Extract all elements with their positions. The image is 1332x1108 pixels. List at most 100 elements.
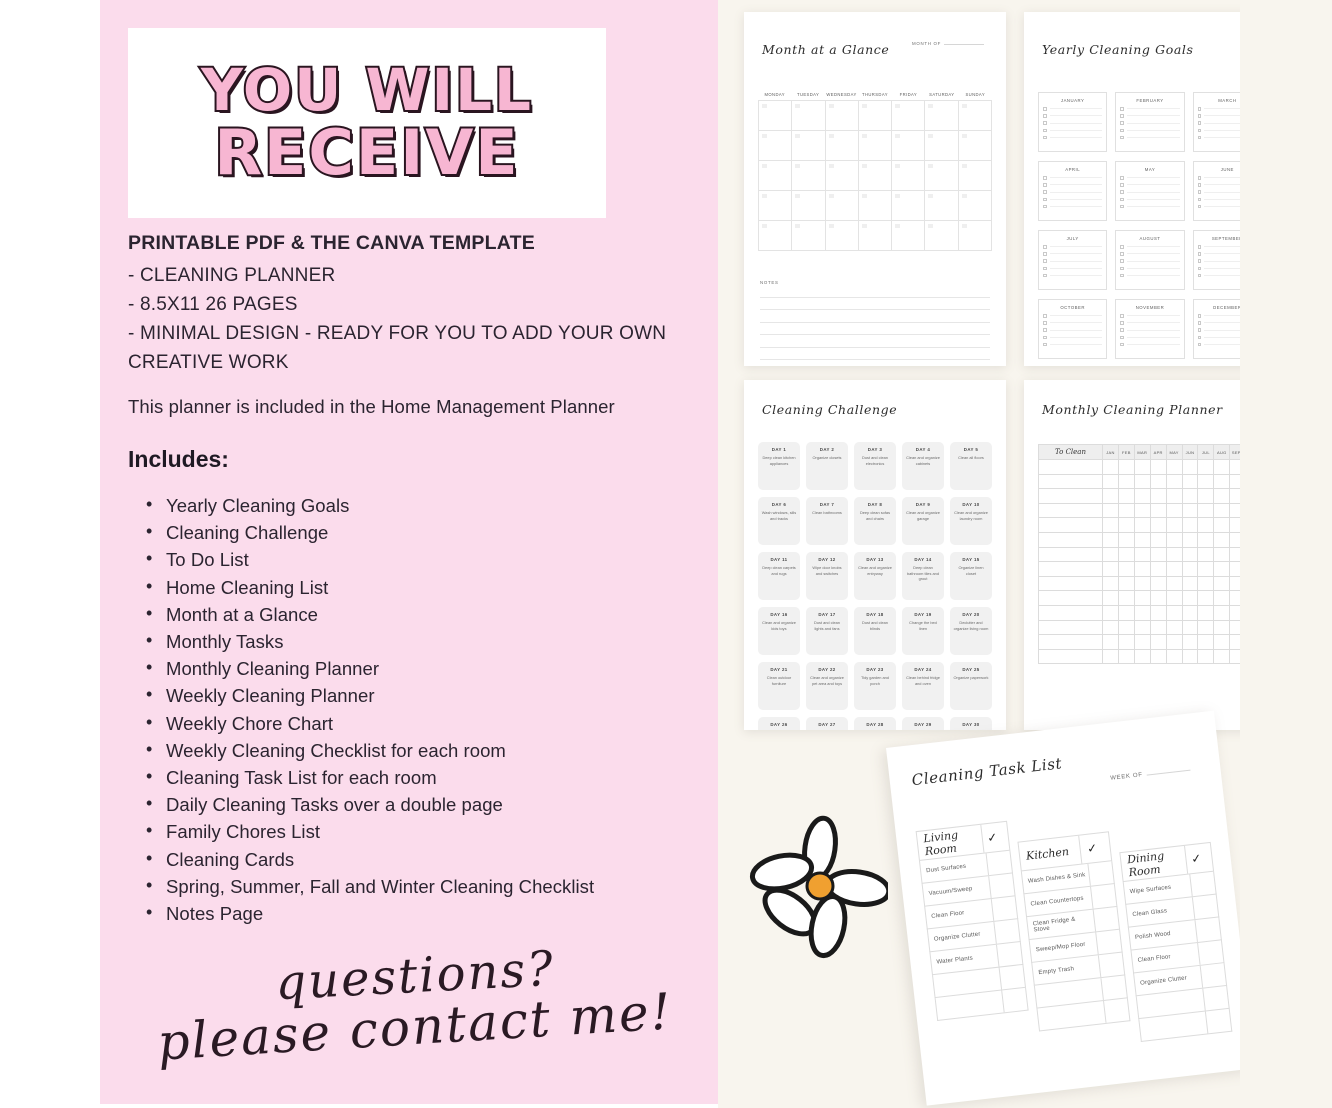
goal-checkbox-row[interactable] <box>1197 114 1240 118</box>
month-check-cell[interactable] <box>1198 620 1215 636</box>
month-check-cell[interactable] <box>1166 649 1183 665</box>
task-checkbox-cell[interactable] <box>995 942 1023 967</box>
month-check-cell[interactable] <box>1182 547 1199 563</box>
month-check-cell[interactable] <box>1134 620 1151 636</box>
month-check-cell[interactable] <box>1182 503 1199 519</box>
checkbox-icon[interactable] <box>1197 176 1202 180</box>
checkbox-icon[interactable] <box>1197 128 1202 133</box>
month-check-cell[interactable] <box>1150 649 1167 665</box>
checkbox-icon[interactable] <box>1197 252 1202 256</box>
month-check-cell[interactable] <box>1103 518 1119 533</box>
month-check-cell[interactable] <box>1230 621 1240 636</box>
goal-checkbox-row[interactable] <box>1043 107 1103 111</box>
checkbox-icon[interactable] <box>1120 135 1124 140</box>
goal-checkbox-row[interactable] <box>1197 335 1240 340</box>
task-checkbox-cell[interactable] <box>1191 894 1219 920</box>
checkbox-icon[interactable] <box>1120 259 1124 263</box>
month-check-cell[interactable] <box>1118 605 1135 621</box>
month-check-cell[interactable] <box>1150 605 1167 621</box>
month-check-cell[interactable] <box>1214 532 1231 548</box>
goal-checkbox-row[interactable] <box>1197 183 1240 187</box>
month-check-cell[interactable] <box>1150 547 1167 563</box>
checkbox-icon[interactable] <box>1197 114 1202 118</box>
month-check-cell[interactable] <box>1230 460 1240 475</box>
goal-checkbox-row[interactable] <box>1120 259 1180 263</box>
task-cell[interactable] <box>1039 620 1103 636</box>
month-check-cell[interactable] <box>1214 489 1231 504</box>
month-check-cell[interactable] <box>1118 503 1135 519</box>
month-check-cell[interactable] <box>1182 532 1199 548</box>
month-check-cell[interactable] <box>1198 562 1215 577</box>
checkbox-icon[interactable] <box>1120 183 1124 187</box>
goal-checkbox-row[interactable] <box>1197 321 1240 325</box>
goal-checkbox-row[interactable] <box>1197 190 1240 194</box>
month-check-cell[interactable] <box>1150 635 1167 650</box>
goal-checkbox-row[interactable] <box>1120 190 1180 194</box>
checkbox-icon[interactable] <box>1120 204 1124 209</box>
month-check-cell[interactable] <box>1214 460 1231 475</box>
goal-checkbox-row[interactable] <box>1043 266 1103 271</box>
checkbox-icon[interactable] <box>1043 328 1047 332</box>
month-check-cell[interactable] <box>1214 503 1231 519</box>
month-check-cell[interactable] <box>1150 562 1167 577</box>
checkbox-icon[interactable] <box>1120 252 1124 256</box>
goal-checkbox-row[interactable] <box>1120 266 1180 271</box>
goal-checkbox-row[interactable] <box>1197 128 1240 133</box>
checkbox-icon[interactable] <box>1120 121 1124 125</box>
month-check-cell[interactable] <box>1182 620 1199 636</box>
goal-checkbox-row[interactable] <box>1043 135 1103 140</box>
month-check-cell[interactable] <box>1134 503 1151 519</box>
task-cell[interactable] <box>1039 503 1103 519</box>
checkbox-icon[interactable] <box>1043 176 1047 180</box>
checkbox-icon[interactable] <box>1120 176 1124 180</box>
month-check-cell[interactable] <box>1214 605 1231 621</box>
goal-checkbox-row[interactable] <box>1197 314 1240 318</box>
task-checkbox-cell[interactable] <box>1095 929 1122 955</box>
task-checkbox-cell[interactable] <box>1189 871 1216 897</box>
month-check-cell[interactable] <box>1182 489 1199 504</box>
month-check-cell[interactable] <box>1150 576 1167 592</box>
checkbox-icon[interactable] <box>1197 190 1202 194</box>
task-cell[interactable] <box>1039 547 1103 563</box>
month-check-cell[interactable] <box>1230 606 1240 621</box>
checkbox-icon[interactable] <box>1197 135 1202 140</box>
task-cell[interactable] <box>1039 489 1103 504</box>
checkbox-icon[interactable] <box>1197 183 1202 187</box>
month-check-cell[interactable] <box>1118 474 1135 490</box>
goal-checkbox-row[interactable] <box>1043 114 1103 118</box>
month-check-cell[interactable] <box>1182 460 1199 475</box>
month-check-cell[interactable] <box>1103 620 1119 636</box>
task-checkbox-cell[interactable] <box>990 896 1018 921</box>
month-check-cell[interactable] <box>1118 635 1135 650</box>
month-check-cell[interactable] <box>1150 532 1167 548</box>
checkbox-icon[interactable] <box>1197 273 1202 278</box>
month-check-cell[interactable] <box>1118 620 1135 636</box>
task-checkbox-cell[interactable] <box>993 919 1020 944</box>
goal-checkbox-row[interactable] <box>1120 204 1180 209</box>
month-check-cell[interactable] <box>1214 576 1231 592</box>
month-check-cell[interactable] <box>1198 591 1215 606</box>
month-check-cell[interactable] <box>1134 518 1151 533</box>
month-check-cell[interactable] <box>1103 649 1119 665</box>
month-check-cell[interactable] <box>1150 591 1167 606</box>
checkbox-icon[interactable] <box>1043 190 1047 194</box>
month-check-cell[interactable] <box>1230 650 1240 665</box>
checkbox-icon[interactable] <box>1120 314 1124 318</box>
checkbox-icon[interactable] <box>1043 342 1047 347</box>
goal-checkbox-row[interactable] <box>1197 135 1240 140</box>
month-check-cell[interactable] <box>1103 635 1119 650</box>
task-cell[interactable] <box>1039 649 1103 665</box>
month-check-cell[interactable] <box>1182 576 1199 592</box>
task-checkbox-cell[interactable] <box>1097 952 1125 978</box>
checkbox-icon[interactable] <box>1120 273 1124 278</box>
task-checkbox-cell[interactable] <box>1090 884 1117 909</box>
checkbox-icon[interactable] <box>1043 252 1047 256</box>
goal-checkbox-row[interactable] <box>1043 190 1103 194</box>
checkbox-icon[interactable] <box>1043 314 1047 318</box>
month-check-cell[interactable] <box>1118 576 1135 592</box>
task-checkbox-cell[interactable] <box>1092 906 1119 932</box>
month-check-cell[interactable] <box>1166 605 1183 621</box>
month-check-cell[interactable] <box>1230 562 1240 577</box>
goal-checkbox-row[interactable] <box>1197 121 1240 125</box>
month-check-cell[interactable] <box>1198 547 1215 563</box>
